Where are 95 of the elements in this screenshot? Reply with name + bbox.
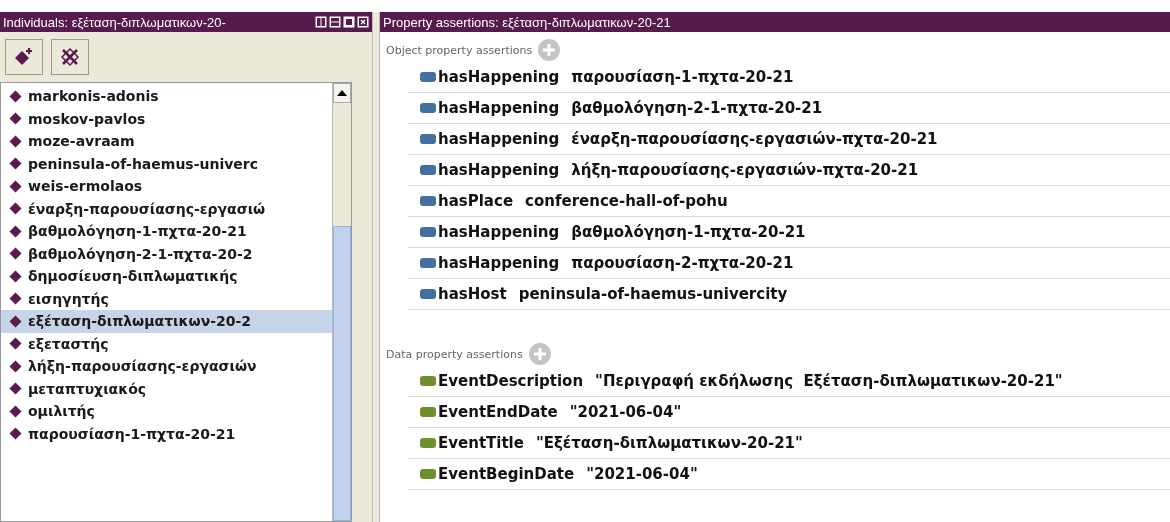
property-value: παρουσίαση-2-πχτα-20-21 <box>571 254 794 272</box>
individual-item[interactable]: δημοσίευση-διπλωματικής <box>1 265 332 288</box>
individual-item[interactable]: εξεταστής <box>1 332 332 355</box>
diamond-icon <box>9 224 22 238</box>
property-value: "2021-06-04" <box>569 403 682 421</box>
diamond-icon <box>9 134 22 148</box>
assertion-row[interactable]: hasHost peninsula-of-haemus-univercity <box>408 279 1170 310</box>
diamond-icon <box>9 292 22 306</box>
diamond-icon <box>9 179 22 193</box>
close-icon[interactable] <box>357 16 369 28</box>
individual-item[interactable]: εισηγητής <box>1 287 332 310</box>
up-arrow-icon <box>337 90 347 96</box>
diamond-icon <box>9 314 22 328</box>
property-name: EventEndDate <box>438 403 558 421</box>
property-name: hasPlace <box>438 192 514 210</box>
delete-individual-button[interactable] <box>51 39 89 75</box>
property-name: hasHappening <box>438 68 560 86</box>
assertion-row[interactable]: hasHappening έναρξη-παρουσίασης-εργασιών-πχτα-20-21 <box>408 124 1170 155</box>
property-chip-icon <box>420 72 436 82</box>
assertion-row[interactable]: hasHappening λήξη-παρουσίασης-εργασιών-πχτα-20-21 <box>408 155 1170 186</box>
property-chip-icon <box>420 258 436 268</box>
individual-item[interactable]: παρουσίαση-1-πχτα-20-21 <box>1 422 332 445</box>
property-chip-icon <box>420 165 436 175</box>
property-value: peninsula-of-haemus-univercity <box>518 285 788 303</box>
assertion-row[interactable]: EventTitle "Εξέταση-διπλωματικων-20-21" <box>408 428 1170 459</box>
property-value: "Εξέταση-διπλωματικων-20-21" <box>535 434 803 452</box>
property-chip-icon <box>420 134 436 144</box>
property-value: "2021-06-04" <box>586 465 698 483</box>
property-chip-icon <box>420 438 436 448</box>
diamond-icon <box>9 269 22 283</box>
property-name: hasHost <box>438 285 507 303</box>
property-name: EventDescription <box>438 372 584 390</box>
property-value: έναρξη-παρουσίασης-εργασιών-πχτα-20-21 <box>571 130 938 148</box>
diamond-icon <box>9 247 22 261</box>
assertion-row[interactable]: EventBeginDate "2021-06-04" <box>408 459 1170 490</box>
section-label: Data property assertions <box>386 347 523 361</box>
property-value: βαθμολόγηση-1-πχτα-20-21 <box>571 223 806 241</box>
property-value: βαθμολόγηση-2-1-πχτα-20-21 <box>571 99 823 117</box>
scrollbar[interactable] <box>332 83 351 521</box>
assertion-row[interactable]: EventDescription "Περιγραφή εκδήλωσης Εξέταση-διπλωματικων-20-21" <box>408 366 1170 397</box>
property-chip-icon <box>420 289 436 299</box>
individual-item[interactable]: λήξη-παρουσίασης-εργασιών <box>1 355 332 378</box>
individual-item[interactable]: weis-ermolaos <box>1 175 332 198</box>
scroll-up-button[interactable] <box>333 83 351 103</box>
individual-item[interactable]: markonis-adonis <box>1 85 332 108</box>
property-chip-icon <box>420 227 436 237</box>
property-name: EventBeginDate <box>438 465 575 483</box>
assertion-row[interactable]: EventEndDate "2021-06-04" <box>408 397 1170 428</box>
individual-item[interactable]: moskov-pavlos <box>1 107 332 130</box>
property-name: hasHappening <box>438 99 560 117</box>
property-value: λήξη-παρουσίασης-εργασιών-πχτα-20-21 <box>571 161 919 179</box>
diamond-icon <box>9 202 22 216</box>
property-chip-icon <box>420 376 436 386</box>
individual-item[interactable]: ομιλιτής <box>1 400 332 423</box>
property-name: hasHappening <box>438 223 560 241</box>
diamond-icon <box>9 427 22 441</box>
split-horizontal-icon[interactable] <box>329 16 341 28</box>
individual-item[interactable]: peninsula-of-haemus-univerc <box>1 152 332 175</box>
property-chip-icon <box>420 469 436 479</box>
property-name: hasHappening <box>438 254 560 272</box>
individual-item[interactable]: βαθμολόγηση-2-1-πχτα-20-2 <box>1 242 332 265</box>
property-value: παρουσίαση-1-πχτα-20-21 <box>571 68 794 86</box>
individual-item[interactable]: μεταπτυχιακός <box>1 377 332 400</box>
split-view-icon[interactable] <box>315 16 327 28</box>
diamond-icon <box>9 337 22 351</box>
individual-item[interactable]: moze-avraam <box>1 130 332 153</box>
individual-item[interactable]: εξέταση-διπλωματικων-20-2 <box>1 310 332 333</box>
individual-item[interactable]: βαθμολόγηση-1-πχτα-20-21 <box>1 220 332 243</box>
maximize-icon[interactable] <box>343 16 355 28</box>
assertion-row[interactable]: hasHappening βαθμολόγηση-2-1-πχτα-20-21 <box>408 93 1170 124</box>
diamond-icon <box>9 112 22 126</box>
assertion-row[interactable]: hasPlace conference-hall-of-pohu <box>408 186 1170 217</box>
property-value: conference-hall-of-pohu <box>525 192 728 210</box>
diamond-icon <box>9 382 22 396</box>
property-chip-icon <box>420 103 436 113</box>
individual-item[interactable]: έναρξη-παρουσίασης-εργασιώ <box>1 197 332 220</box>
assertion-row[interactable]: hasHappening παρουσίαση-1-πχτα-20-21 <box>408 62 1170 93</box>
diamond-icon <box>9 404 22 418</box>
diamond-icon <box>9 89 22 103</box>
diamond-plus-icon <box>13 46 35 68</box>
diamond-icon <box>9 359 22 373</box>
property-chip-icon <box>420 407 436 417</box>
panel-title: Property assertions: εξέταση-διπλωματικων-20-21 <box>383 14 671 30</box>
crossed-diamond-icon <box>59 46 81 68</box>
property-name: hasHappening <box>438 161 560 179</box>
property-value: "Περιγραφή εκδήλωσης Εξέταση-διπλωματικων-20-21" <box>595 372 1063 390</box>
diamond-icon <box>9 157 22 171</box>
section-label: Object property assertions <box>386 43 533 57</box>
add-individual-button[interactable] <box>5 39 43 75</box>
property-name: hasHappening <box>438 130 560 148</box>
panel-title: Individuals: εξέταση-διπλωματικων-20- <box>3 14 226 30</box>
assertion-row[interactable]: hasHappening βαθμολόγηση-1-πχτα-20-21 <box>408 217 1170 248</box>
assertion-row[interactable]: hasHappening παρουσίαση-2-πχτα-20-21 <box>408 248 1170 279</box>
property-chip-icon <box>420 196 436 206</box>
property-name: EventTitle <box>438 434 524 452</box>
